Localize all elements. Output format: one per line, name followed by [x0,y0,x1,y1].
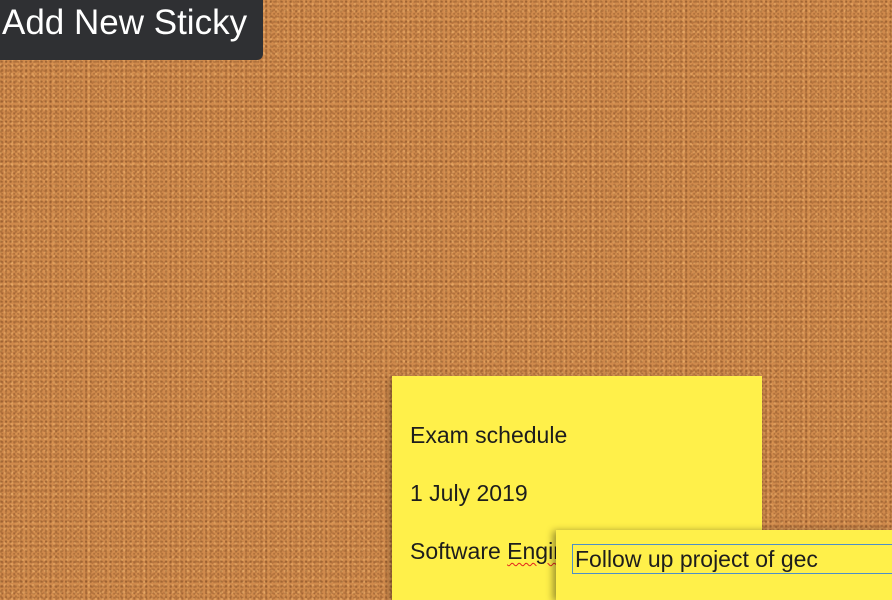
note-line: 1 July 2019 [410,480,528,506]
note-line-text: Software [410,538,508,564]
note-line: Exam schedule [410,422,568,448]
add-new-sticky-button[interactable]: Add New Sticky [0,0,264,60]
sticky-note-input[interactable] [572,544,892,574]
sticky-note-editing[interactable] [556,530,892,600]
